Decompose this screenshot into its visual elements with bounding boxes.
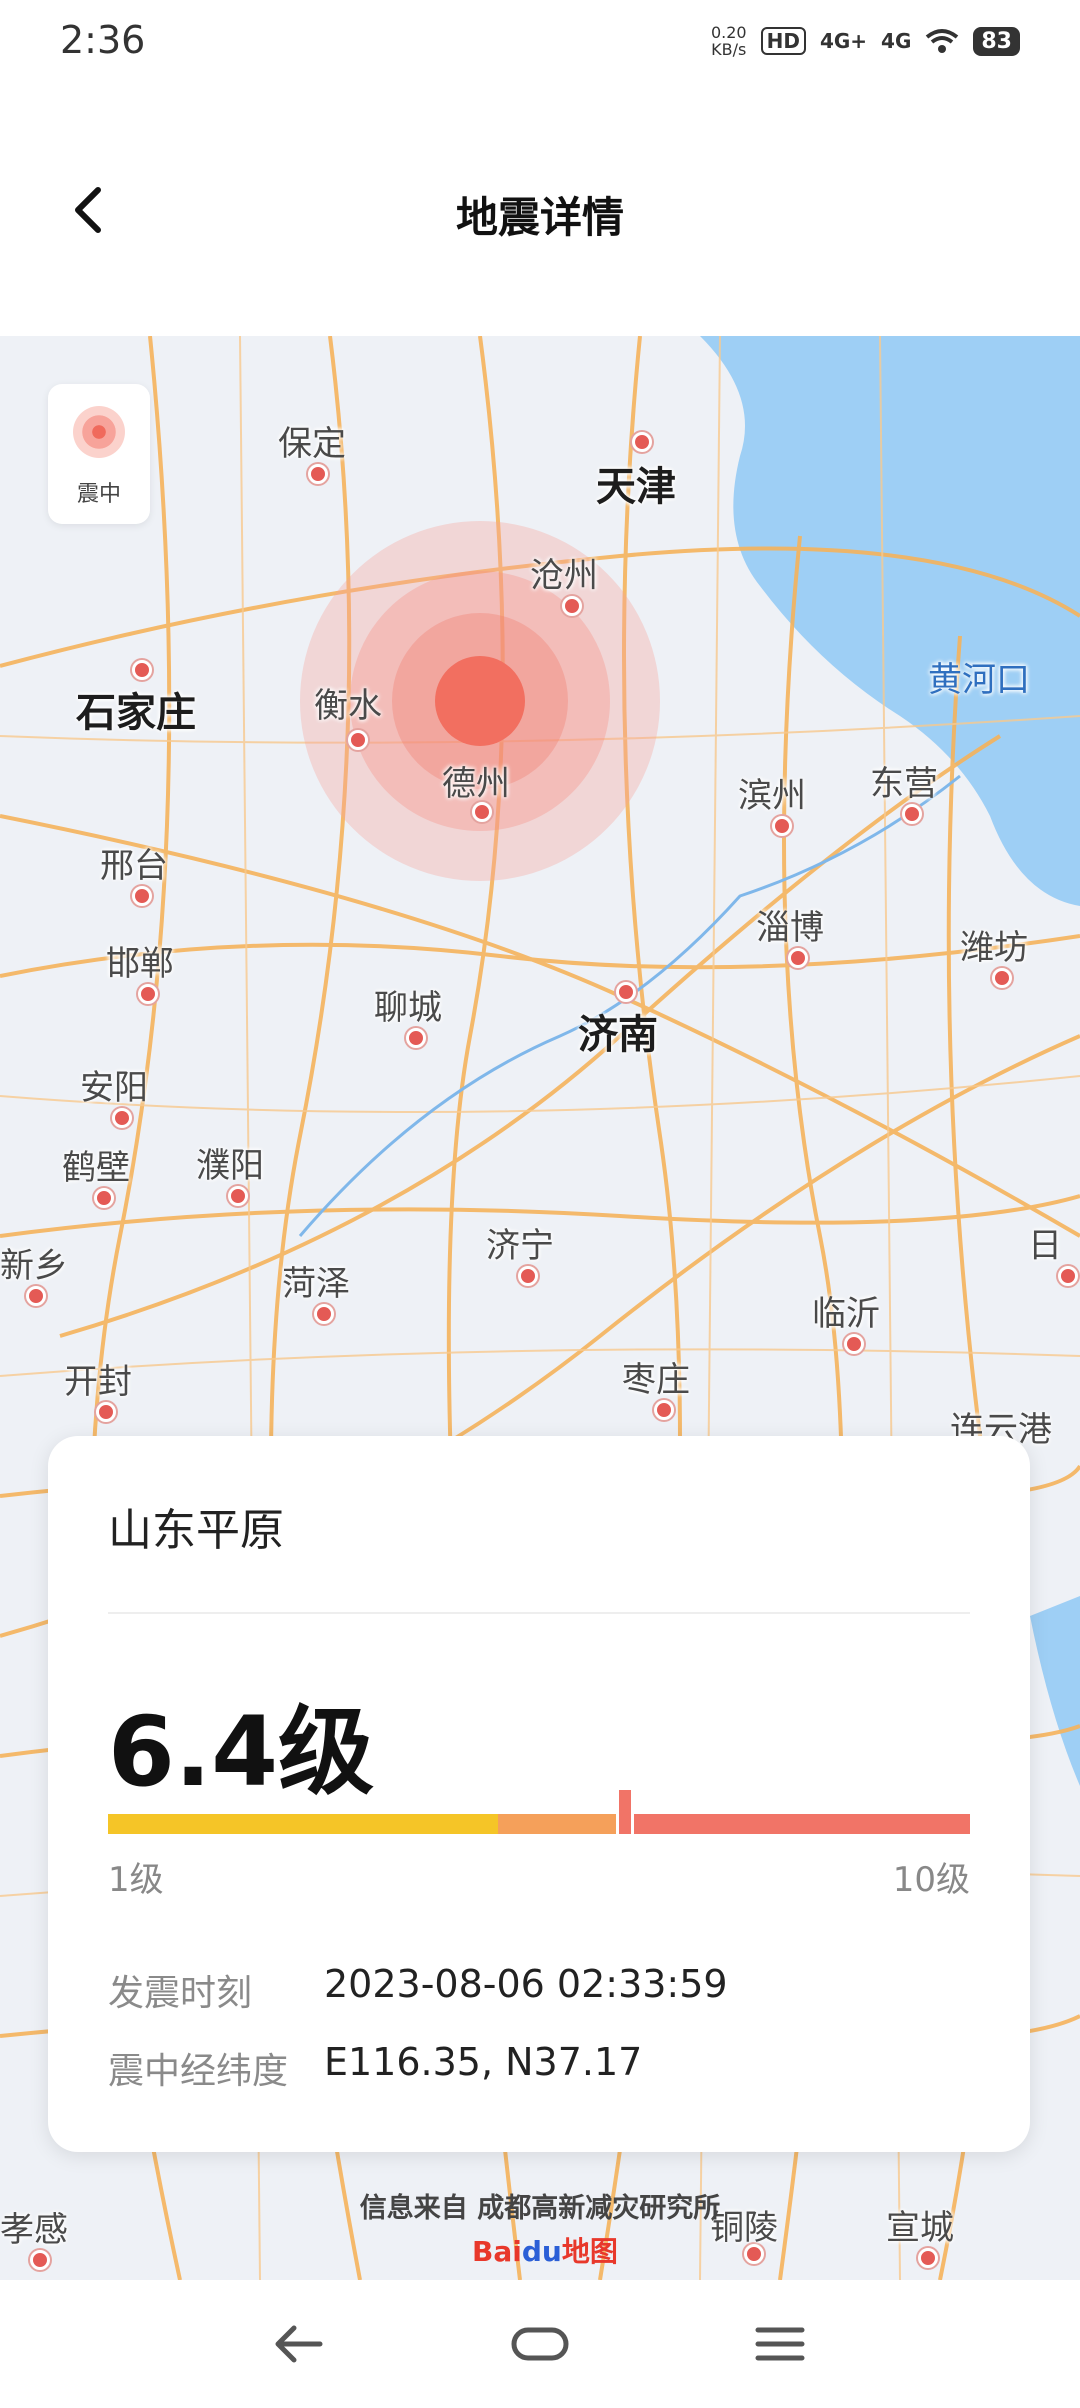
system-nav-bar <box>0 2280 1080 2408</box>
scale-segment-high <box>628 1814 970 1834</box>
city-label: 衡水 <box>314 686 382 726</box>
net-speed: 0.20 KB/s <box>710 23 747 59</box>
city-dot <box>228 1186 248 1206</box>
city-label: 邯郸 <box>106 944 174 984</box>
city-label: 德州 <box>442 764 510 804</box>
city-label: 保定 <box>278 424 346 464</box>
scale-segment-low <box>108 1814 498 1834</box>
city-dot <box>562 596 582 616</box>
city-dot <box>112 1108 132 1128</box>
time-value: 2023-08-06 02:33:59 <box>324 1962 728 2006</box>
city-label: 济南 <box>578 1012 658 1058</box>
magnitude-value: 6.4级 <box>108 1696 375 1808</box>
earthquake-info-card: 山东平原 6.4级 1级 10级 发震时刻 2023-08-06 02:33:5… <box>48 1436 1030 2152</box>
city-label: 鹤壁 <box>62 1148 130 1188</box>
city-dot <box>132 886 152 906</box>
nav-back-icon[interactable] <box>260 2314 340 2374</box>
coordinates-value: E116.35, N37.17 <box>324 2040 643 2084</box>
city-label: 潍坊 <box>960 928 1028 968</box>
city-label: 邢台 <box>100 846 168 886</box>
coordinates-label: 震中经纬度 <box>108 2051 289 2092</box>
nav-menu-icon[interactable] <box>740 2314 820 2374</box>
city-label: 日 <box>1028 1226 1062 1266</box>
city-label: 新乡 <box>0 1246 68 1286</box>
city-dot <box>788 948 808 968</box>
hd-icon: HD <box>760 27 806 55</box>
status-time: 2:36 <box>60 18 146 62</box>
city-dot <box>518 1266 538 1286</box>
magnitude-scale-bar <box>108 1790 970 1834</box>
signal-4g-icon: 4G <box>881 29 912 53</box>
baidu-map-logo: Baidu地图 <box>472 2235 618 2268</box>
city-label: 安阳 <box>80 1068 148 1108</box>
city-dot <box>632 432 652 452</box>
divider <box>108 1612 970 1614</box>
city-dot <box>96 1402 116 1422</box>
scale-max-label: 10级 <box>892 1860 970 1900</box>
city-dot <box>132 660 152 680</box>
signal-4g-plus-icon: 4G+ <box>819 29 868 53</box>
city-label: 濮阳 <box>196 1146 264 1186</box>
city-label: 石家庄 <box>76 690 196 736</box>
city-label: 滨州 <box>738 776 806 816</box>
scale-segment-mid <box>498 1814 628 1834</box>
city-dot <box>992 968 1012 988</box>
city-dot <box>94 1188 114 1208</box>
city-dot <box>406 1028 426 1048</box>
nav-home-icon[interactable] <box>500 2314 580 2374</box>
city-dot <box>348 730 368 750</box>
city-dot <box>314 1304 334 1324</box>
city-label: 沧州 <box>530 556 598 596</box>
status-icons: 0.20 KB/s HD 4G+ 4G 83 <box>711 24 1020 58</box>
city-label: 菏泽 <box>282 1264 350 1304</box>
battery-indicator: 83 <box>973 26 1020 56</box>
city-label: 临沂 <box>812 1294 880 1334</box>
legend-label: 震中 <box>76 482 121 507</box>
city-dot <box>30 2250 50 2270</box>
city-dot <box>772 816 792 836</box>
epicenter-legend: 震中 <box>48 384 150 524</box>
city-dot <box>844 1334 864 1354</box>
city-label: 东营 <box>870 764 938 804</box>
scale-min-label: 1级 <box>108 1860 164 1900</box>
page-header: 地震详情 <box>0 150 1080 270</box>
epicenter-legend-icon <box>73 406 125 458</box>
city-label: 聊城 <box>374 988 442 1028</box>
city-dot <box>472 802 492 822</box>
city-dot <box>918 2248 938 2268</box>
city-label: 开封 <box>64 1362 132 1402</box>
magnitude-marker <box>616 1790 635 1834</box>
page-title: 地震详情 <box>455 193 624 242</box>
wifi-icon <box>926 29 959 53</box>
status-bar: 2:36 0.20 KB/s HD 4G+ 4G 83 <box>0 0 1080 84</box>
city-dot <box>138 984 158 1004</box>
time-label: 发震时刻 <box>108 1973 253 2014</box>
city-label: 淄博 <box>756 908 824 948</box>
city-label: 枣庄 <box>622 1360 690 1400</box>
city-label: 济宁 <box>486 1226 554 1266</box>
city-dot <box>26 1286 46 1306</box>
city-label: 黄河口 <box>928 660 1030 700</box>
city-label: 天津 <box>596 464 676 510</box>
city-dot <box>308 464 328 484</box>
city-dot <box>1058 1266 1078 1286</box>
earthquake-location: 山东平原 <box>108 1505 284 1556</box>
data-source-text: 信息来自 成都高新减灾研究所 <box>359 2193 721 2224</box>
city-dot <box>902 804 922 824</box>
city-dot <box>616 982 636 1002</box>
city-dot <box>654 1400 674 1420</box>
